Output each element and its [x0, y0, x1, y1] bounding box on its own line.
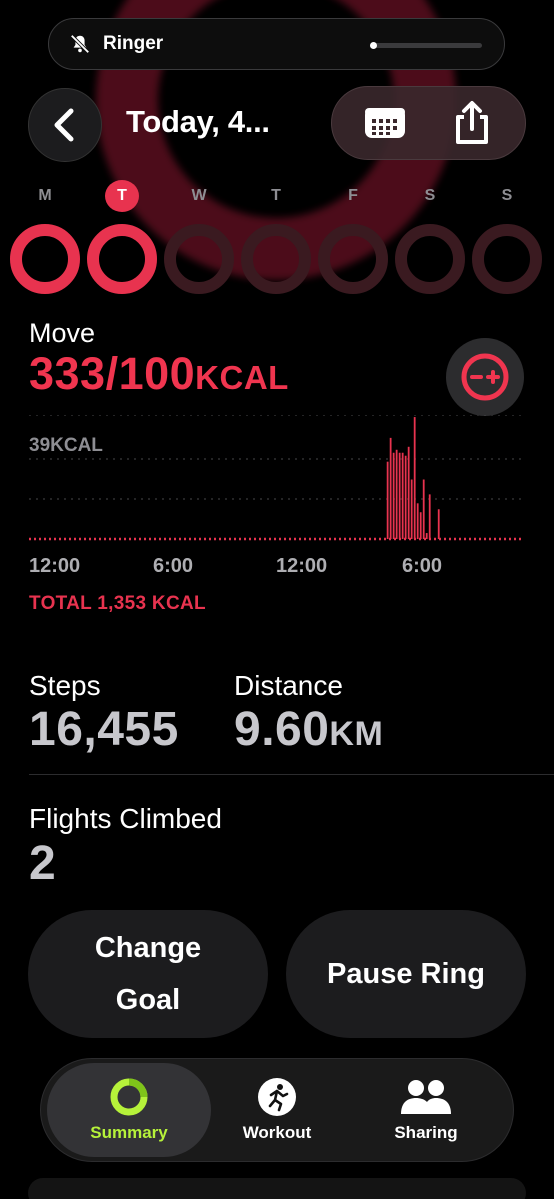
- day-4[interactable]: F: [318, 180, 388, 294]
- page-title[interactable]: Today, 4...: [126, 104, 270, 140]
- chart-bar: [416, 503, 419, 539]
- x-tick-label: 6:00: [153, 555, 194, 577]
- tab-bar: Summary Workout Sharing: [40, 1058, 514, 1162]
- move-bar-chart: [29, 415, 522, 541]
- day-activity-ring: [318, 224, 388, 294]
- tab-sharing[interactable]: Sharing: [371, 1063, 481, 1157]
- chart-bar: [419, 512, 422, 539]
- chart-bar: [422, 479, 425, 539]
- move-value-unit: KCAL: [195, 359, 289, 396]
- change-goal-button[interactable]: Change Goal: [28, 910, 268, 1038]
- tab-workout[interactable]: Workout: [219, 1063, 335, 1157]
- x-tick-label: 12:00: [29, 555, 81, 577]
- day-1[interactable]: T: [87, 180, 157, 294]
- x-tick-label: 12:00: [276, 555, 328, 577]
- chart-max-label: 39KCAL: [29, 435, 103, 456]
- chart-bar: [392, 452, 395, 539]
- chart-bar: [437, 509, 440, 539]
- running-figure-icon: [258, 1078, 296, 1116]
- chart-bar: [428, 494, 431, 539]
- day-5[interactable]: S: [395, 180, 465, 294]
- flights-value: 2: [29, 837, 57, 890]
- week-selector: MTWTFSS: [10, 180, 554, 295]
- distance-value: 9.60KM: [234, 702, 383, 757]
- tab-label: Summary: [90, 1123, 168, 1142]
- chart-bar: [410, 479, 413, 539]
- chart-bar: [425, 533, 428, 539]
- move-total: TOTAL 1,353 KCAL: [29, 593, 206, 614]
- day-3[interactable]: T: [241, 180, 311, 294]
- steps-value: 16,455: [29, 703, 179, 756]
- day-0[interactable]: M: [10, 180, 80, 294]
- divider: [29, 774, 554, 775]
- header-toolbar: [331, 86, 526, 160]
- change-goal-line1: Change: [94, 931, 202, 964]
- day-6[interactable]: S: [472, 180, 542, 294]
- tab-summary[interactable]: Summary: [47, 1063, 211, 1157]
- chart-bar: [413, 417, 416, 539]
- chart-bar: [401, 452, 404, 539]
- chart-bar: [407, 446, 410, 539]
- day-letter: W: [191, 187, 207, 204]
- day-activity-ring: [10, 224, 80, 294]
- people-icon: [401, 1080, 451, 1114]
- steps-label: Steps: [29, 670, 101, 701]
- ringer-label: Ringer: [103, 33, 164, 54]
- calendar-button[interactable]: [355, 93, 415, 153]
- flights-label: Flights Climbed: [29, 803, 222, 834]
- tab-label: Workout: [242, 1123, 312, 1142]
- back-button[interactable]: [28, 88, 102, 162]
- calendar-icon: [365, 108, 406, 138]
- pause-ring-label: Pause Ring: [327, 957, 485, 990]
- change-goal-label: Change Goal: [95, 922, 201, 1026]
- chart-bar: [404, 455, 407, 539]
- move-chart: 39KCAL 12:00 6:00 12:00 6:00: [29, 415, 526, 615]
- day-activity-ring: [164, 224, 234, 294]
- distance-number: 9.60: [234, 703, 330, 756]
- day-activity-ring: [241, 224, 311, 294]
- day-activity-ring: [395, 224, 465, 294]
- chart-bar: [389, 437, 392, 539]
- move-label: Move: [29, 318, 96, 348]
- chart-bar: [398, 452, 401, 539]
- bell-slash-icon: [70, 34, 90, 54]
- bottom-card-edge: [28, 1178, 526, 1199]
- day-letter: S: [501, 187, 513, 204]
- share-icon: [455, 101, 488, 144]
- change-goal-line2: Goal: [115, 984, 181, 1016]
- day-2[interactable]: W: [164, 180, 234, 294]
- day-letter: T: [105, 180, 139, 212]
- day-letter: F: [348, 187, 358, 204]
- activity-ring-icon: [110, 1078, 148, 1116]
- chart-bar: [386, 461, 389, 539]
- day-letter: T: [271, 187, 281, 204]
- move-value: 333/100KCAL: [29, 348, 289, 400]
- chart-bar: [395, 449, 398, 539]
- chevron-left-icon: [54, 108, 74, 142]
- distance-label: Distance: [234, 670, 343, 701]
- day-letter: M: [38, 187, 52, 204]
- distance-unit: KM: [329, 715, 384, 753]
- move-value-number: 333/100: [29, 348, 196, 399]
- day-letter: S: [424, 187, 436, 204]
- tab-label: Sharing: [394, 1123, 458, 1142]
- adjust-goal-button[interactable]: [446, 338, 524, 416]
- day-activity-ring: [472, 224, 542, 294]
- ringer-volume-slider: [370, 42, 482, 49]
- day-activity-ring: [87, 224, 157, 294]
- ring-adjust-icon: [461, 353, 509, 401]
- share-button[interactable]: [442, 93, 502, 153]
- pause-ring-button[interactable]: Pause Ring: [286, 910, 526, 1038]
- x-tick-label: 6:00: [402, 555, 443, 577]
- ringer-banner: Ringer: [48, 18, 505, 70]
